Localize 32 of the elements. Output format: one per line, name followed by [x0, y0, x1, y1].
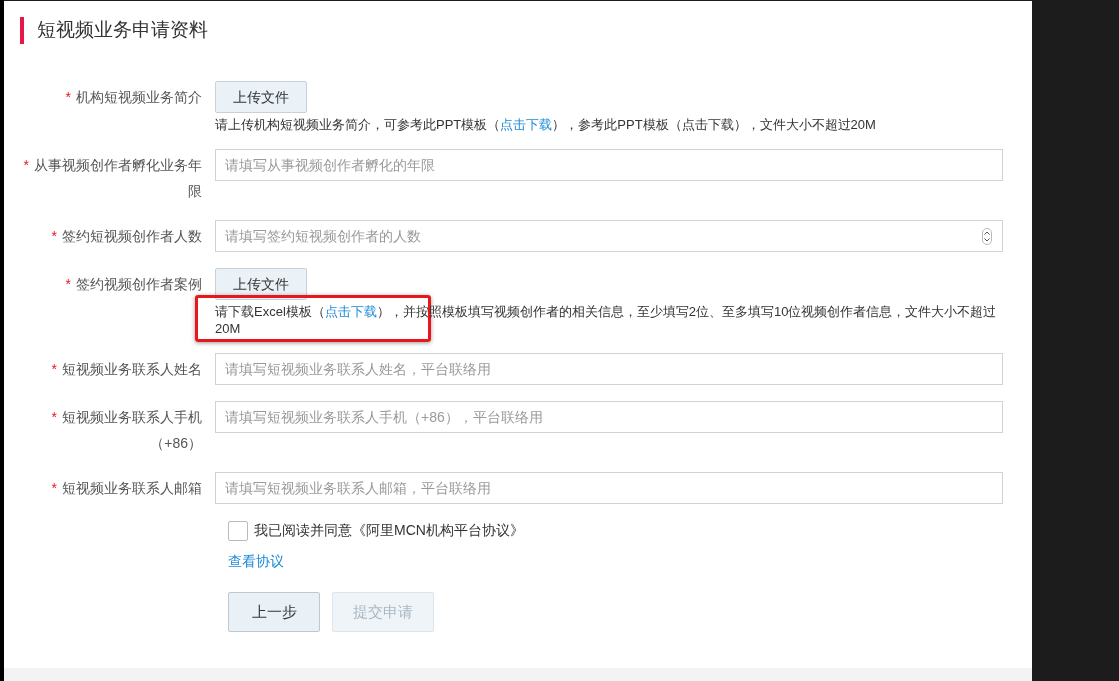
text-field[interactable]: 请填写从事视频创作者孵化的年限 [215, 149, 1003, 181]
title-accent-bar [20, 16, 24, 44]
field-label: 签约短视频创作者人数 [62, 228, 202, 244]
upload-button[interactable]: 上传文件 [215, 81, 307, 113]
download-link[interactable]: 点击下载 [500, 117, 553, 132]
field-label: 短视频业务联系人邮箱 [62, 480, 202, 496]
field-label: 短视频业务联系人手机（+86） [62, 409, 202, 451]
agreement-text: 我已阅读并同意《阿里MCN机构平台协议》 [254, 521, 524, 540]
field-label: 机构短视频业务简介 [76, 89, 202, 105]
number-field[interactable]: 请填写签约短视频创作者的人数 [215, 220, 1003, 252]
text-field[interactable]: 请填写短视频业务联系人手机（+86），平台联络用 [215, 401, 1003, 433]
placeholder-text: 请填写签约短视频创作者的人数 [225, 226, 422, 246]
field-label: 签约视频创作者案例 [76, 276, 202, 292]
field-label: 从事视频创作者孵化业务年限 [34, 157, 202, 199]
field-label: 短视频业务联系人姓名 [62, 361, 202, 377]
required-mark: * [51, 480, 57, 496]
required-mark: * [51, 361, 57, 377]
required-mark: * [65, 89, 71, 105]
required-mark: * [51, 409, 57, 425]
hint-text: 请上传机构短视频业务简介，可参考此PPT模板（点击下载），参考此PPT模板（点击下载），文件大小不超过20M [215, 116, 876, 133]
text-field[interactable]: 请填写短视频业务联系人姓名，平台联络用 [215, 353, 1003, 385]
required-mark: * [51, 228, 57, 244]
agreement-checkbox[interactable] [228, 520, 248, 541]
text-field[interactable]: 请填写短视频业务联系人邮箱，平台联络用 [215, 472, 1003, 504]
download-link[interactable]: 点击下载 [324, 304, 377, 319]
required-mark: * [23, 157, 29, 173]
page-title: 短视频业务申请资料 [37, 17, 208, 42]
upload-button[interactable]: 上传文件 [215, 268, 307, 300]
spinner-icon [982, 227, 992, 245]
required-mark: * [65, 276, 71, 292]
back-button[interactable]: 上一步 [228, 592, 320, 632]
view-agreement-link[interactable]: 查看协议 [228, 551, 284, 572]
